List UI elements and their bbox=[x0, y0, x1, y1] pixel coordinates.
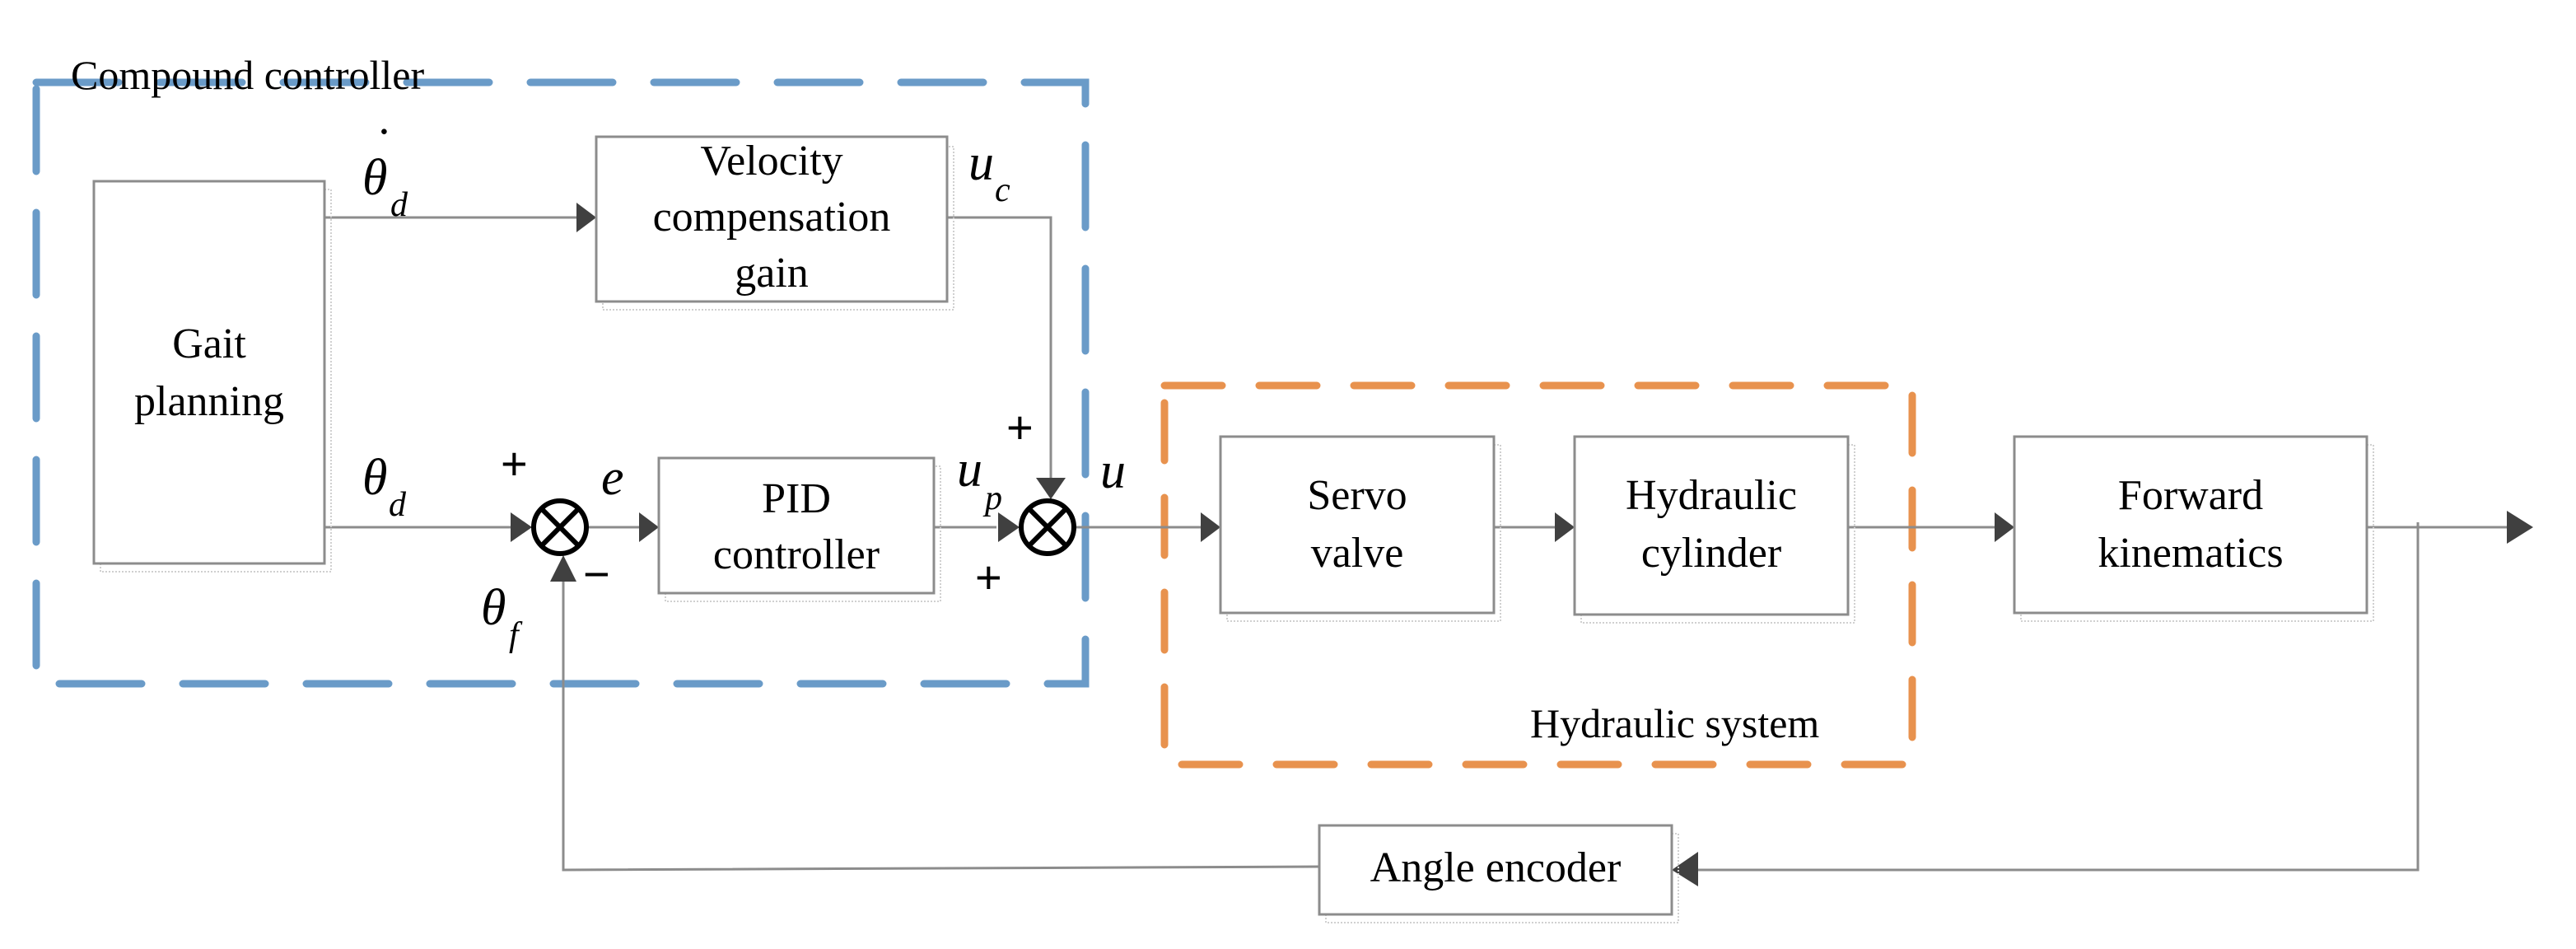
signal-u-p: u p bbox=[957, 442, 1002, 517]
error-sum-plus-sign: + bbox=[501, 437, 528, 489]
arrow-into-servo bbox=[1201, 512, 1220, 542]
hydraulic-cylinder-line2: cylinder bbox=[1641, 530, 1781, 577]
arrow-into-pid bbox=[639, 512, 659, 542]
block-diagram: Compound controller Hydraulic system Gai… bbox=[32, 52, 2533, 923]
block-gait-planning[interactable]: Gait planning bbox=[92, 180, 332, 573]
svg-text:p: p bbox=[982, 479, 1002, 517]
forward-kinematics-line2: kinematics bbox=[2098, 530, 2283, 577]
svg-text:d: d bbox=[390, 186, 408, 224]
arrow-into-error-sum-bottom bbox=[550, 555, 576, 582]
signal-theta-d-dot: θ ˙ d bbox=[362, 119, 408, 224]
pid-line2: controller bbox=[713, 531, 880, 578]
hydraulic-cylinder-line1: Hydraulic bbox=[1626, 472, 1797, 519]
wire-theta-f bbox=[562, 582, 1320, 872]
block-hydraulic-cylinder[interactable]: Hydraulic cylinder bbox=[1573, 435, 1855, 624]
gait-planning-line2: planning bbox=[134, 378, 284, 425]
arrow-into-control-sum-top bbox=[1036, 478, 1066, 499]
arrow-into-velocity-gain bbox=[576, 203, 596, 232]
block-velocity-compensation-gain[interactable]: Velocity compensation gain bbox=[595, 135, 954, 311]
control-summing-junction[interactable] bbox=[1019, 498, 1076, 556]
velocity-gain-line3: gain bbox=[735, 250, 809, 297]
error-sum-minus-sign: − bbox=[583, 548, 610, 600]
signal-theta-d: θ d bbox=[362, 450, 407, 524]
control-sum-bottom-plus-sign: + bbox=[975, 551, 1002, 603]
velocity-gain-line2: compensation bbox=[653, 194, 891, 241]
svg-text:d: d bbox=[389, 486, 407, 524]
arrow-into-error-sum bbox=[511, 512, 532, 542]
block-servo-valve[interactable]: Servo valve bbox=[1219, 435, 1501, 622]
block-angle-encoder[interactable]: Angle encoder bbox=[1318, 824, 1679, 923]
svg-text:θ: θ bbox=[362, 450, 387, 506]
forward-kinematics-line1: Forward bbox=[2118, 472, 2263, 519]
compound-controller-title: Compound controller bbox=[71, 52, 424, 98]
arrow-into-forward-kinematics bbox=[1995, 512, 2014, 542]
block-pid-controller[interactable]: PID controller bbox=[657, 456, 941, 602]
error-summing-junction[interactable] bbox=[531, 498, 589, 556]
svg-text:˙: ˙ bbox=[376, 119, 393, 175]
servo-valve-line2: valve bbox=[1311, 530, 1404, 577]
svg-text:e: e bbox=[601, 450, 624, 506]
block-forward-kinematics[interactable]: Forward kinematics bbox=[2013, 435, 2374, 622]
servo-valve-line1: Servo bbox=[1307, 472, 1407, 519]
control-sum-top-plus-sign: + bbox=[1006, 401, 1034, 453]
signal-theta-f: θ f bbox=[481, 580, 523, 654]
signal-u-c: u c bbox=[968, 135, 1010, 209]
angle-encoder-label: Angle encoder bbox=[1370, 844, 1622, 891]
gait-planning-line1: Gait bbox=[172, 320, 246, 367]
arrow-into-angle-encoder bbox=[1672, 852, 1698, 886]
arrow-into-cylinder bbox=[1555, 512, 1575, 542]
svg-text:f: f bbox=[509, 616, 523, 654]
svg-text:u: u bbox=[968, 135, 994, 191]
pid-line1: PID bbox=[762, 475, 831, 522]
hydraulic-system-title: Hydraulic system bbox=[1530, 700, 1819, 746]
signal-u: u bbox=[1100, 443, 1126, 499]
svg-text:u: u bbox=[1100, 443, 1126, 499]
signal-error: e bbox=[601, 450, 624, 506]
arrow-output bbox=[2507, 511, 2533, 544]
svg-text:c: c bbox=[995, 171, 1010, 209]
svg-text:u: u bbox=[957, 442, 982, 498]
velocity-gain-line1: Velocity bbox=[700, 138, 842, 185]
wire-u-c bbox=[947, 216, 1052, 478]
svg-text:θ: θ bbox=[481, 580, 506, 636]
